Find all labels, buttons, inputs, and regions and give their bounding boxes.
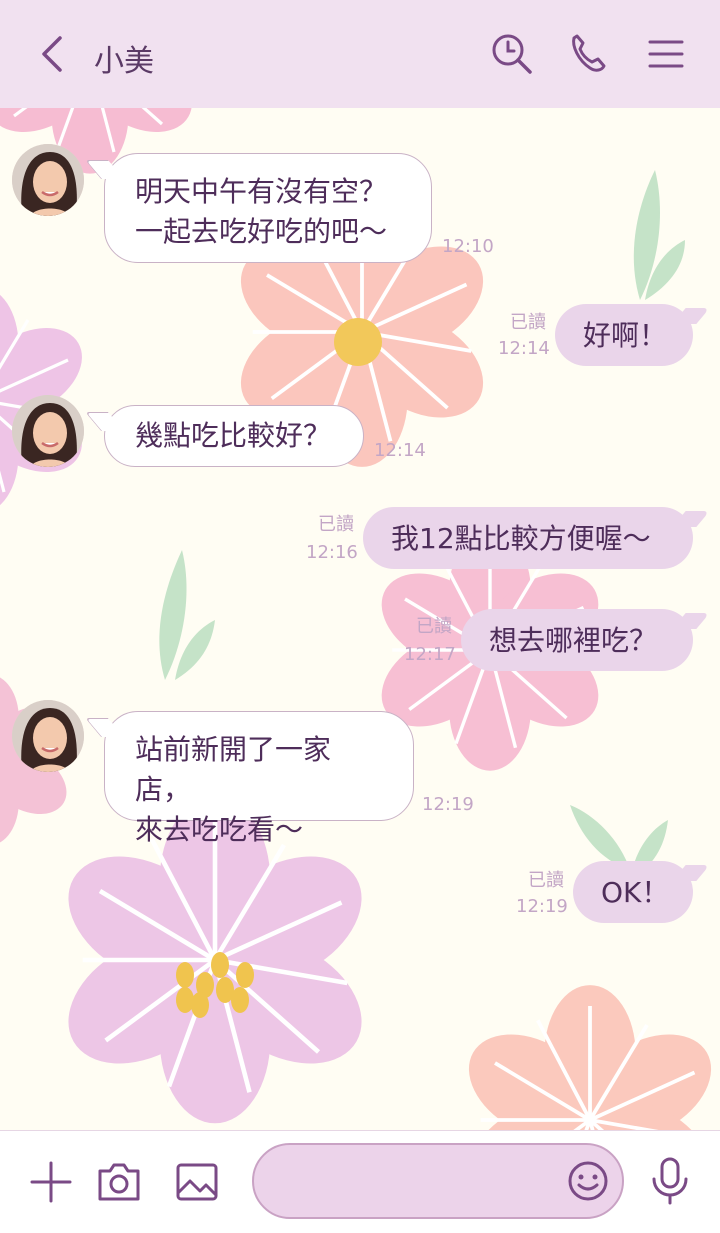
message-time: 12:16 (306, 542, 358, 563)
phone-icon[interactable] (566, 32, 610, 76)
message-bubble-incoming[interactable]: 幾點吃比較好？ (104, 405, 364, 467)
hamburger-menu-icon[interactable] (644, 32, 688, 76)
avatar[interactable] (12, 700, 84, 772)
message-bubble-outgoing[interactable]: 想去哪裡吃？ (461, 609, 693, 671)
message-bubble-incoming[interactable]: 站前新開了一家店， 來去吃吃看～ (104, 711, 414, 846)
chat-header: 小美 (0, 0, 720, 108)
composer-bar (0, 1130, 720, 1233)
avatar-photo (12, 700, 84, 772)
camera-icon[interactable] (96, 1159, 142, 1205)
image-icon[interactable] (174, 1159, 220, 1205)
message-time: 12:17 (404, 644, 456, 665)
avatar[interactable] (12, 144, 84, 216)
message-time: 12:19 (516, 896, 568, 917)
message-bubble-outgoing[interactable]: 我12點比較方便喔～ (363, 507, 693, 569)
read-receipt: 已讀 (318, 514, 354, 535)
read-receipt: 已讀 (510, 312, 546, 333)
read-receipt: 已讀 (528, 870, 564, 891)
message-bubble-outgoing[interactable]: 好啊！ (555, 304, 693, 366)
avatar-photo (12, 395, 84, 467)
message-time: 12:14 (498, 338, 550, 359)
message-bubble-incoming[interactable]: 明天中午有沒有空？ 一起去吃好吃的吧～ (104, 153, 432, 263)
message-time: 12:19 (422, 794, 474, 815)
chat-title: 小美 (94, 44, 154, 79)
message-time: 12:10 (442, 236, 494, 257)
message-bubble-outgoing[interactable]: OK！ (573, 861, 693, 923)
avatar[interactable] (12, 395, 84, 467)
read-receipt: 已讀 (416, 616, 452, 637)
smiley-icon[interactable] (566, 1159, 610, 1203)
message-time: 12:14 (374, 440, 426, 461)
microphone-icon[interactable] (648, 1155, 692, 1207)
chevron-left-icon[interactable] (36, 34, 72, 74)
plus-icon[interactable] (28, 1159, 74, 1205)
avatar-photo (12, 144, 84, 216)
search-clock-icon[interactable] (490, 32, 534, 76)
